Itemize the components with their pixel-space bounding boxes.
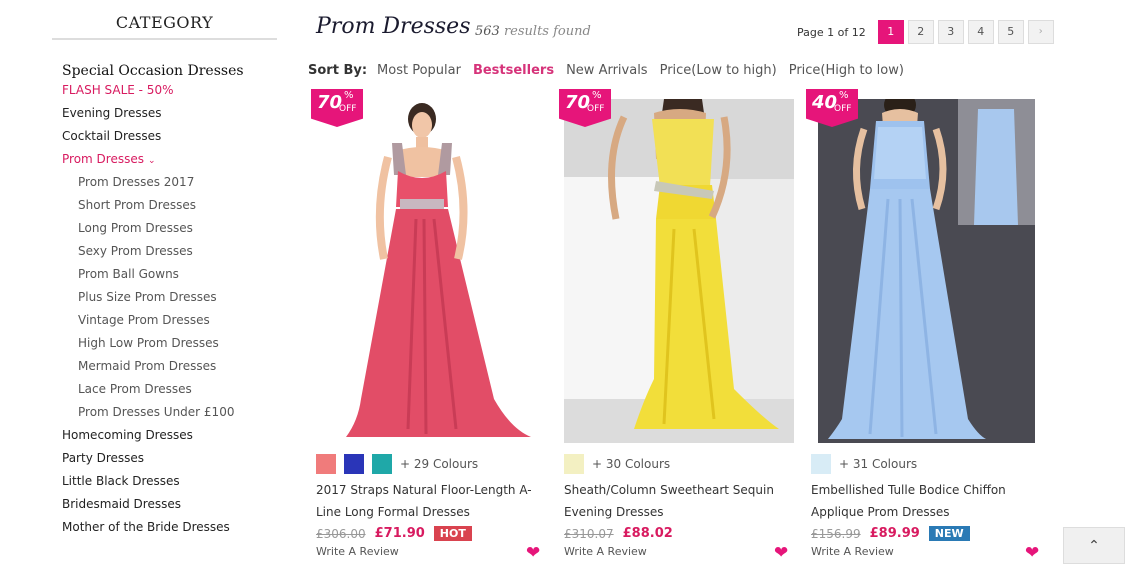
sale-price: £89.99 (869, 526, 920, 541)
more-colours-link[interactable]: + 31 Colours (839, 457, 917, 471)
new-badge: NEW (928, 526, 970, 541)
product-image[interactable] (316, 99, 546, 443)
product-image[interactable] (818, 99, 1035, 443)
category-item-prom-label: Prom Dresses (62, 152, 144, 166)
results-suffix: results found (503, 24, 591, 39)
heart-icon[interactable]: ❤ (774, 543, 788, 563)
dress-image-red (316, 99, 546, 443)
page-button-5[interactable]: 5 (997, 20, 1024, 44)
more-colours-link[interactable]: + 29 Colours (400, 457, 478, 471)
sort-new-arrivals[interactable]: New Arrivals (566, 63, 648, 78)
dress-image-yellow (564, 99, 794, 443)
subcategory-item[interactable]: Short Prom Dresses (62, 194, 277, 217)
write-review-link[interactable]: Write A Review (316, 545, 399, 558)
original-price: £310.07 (564, 526, 614, 541)
product-image[interactable] (564, 99, 794, 443)
discount-percent-sign: % (839, 90, 849, 101)
page-title: Prom Dresses (316, 14, 471, 39)
heart-icon[interactable]: ❤ (1025, 543, 1039, 563)
colour-swatch[interactable] (344, 454, 364, 474)
category-item-homecoming[interactable]: Homecoming Dresses (62, 424, 277, 447)
subcategory-item[interactable]: Long Prom Dresses (62, 217, 277, 240)
original-price: £306.00 (316, 526, 366, 541)
discount-off: OFF (339, 104, 357, 114)
category-title: CATEGORY (52, 0, 277, 40)
subcategory-item[interactable]: Mermaid Prom Dresses (62, 355, 277, 378)
discount-off: OFF (587, 104, 605, 114)
next-page-button[interactable]: › (1027, 20, 1054, 44)
sort-price-low-high[interactable]: Price(Low to high) (660, 63, 777, 78)
colour-swatches: + 29 Colours (316, 454, 478, 474)
subcategory-item[interactable]: Plus Size Prom Dresses (62, 286, 277, 309)
subcategory-item[interactable]: Prom Dresses Under £100 (62, 401, 277, 424)
colour-swatch[interactable] (564, 454, 584, 474)
pagination: Page 1 of 12 1 2 3 4 5 › (797, 20, 1054, 44)
results-number: 563 (475, 24, 500, 39)
subcategory-item[interactable]: Sexy Prom Dresses (62, 240, 277, 263)
category-item-party[interactable]: Party Dresses (62, 447, 277, 470)
write-review-link[interactable]: Write A Review (564, 545, 647, 558)
category-item-flash-sale[interactable]: FLASH SALE - 50% (62, 79, 277, 102)
product-prices: £306.00 £71.90 HOT (316, 526, 472, 541)
results-count: 563 results found (475, 24, 591, 39)
category-item-prom[interactable]: Prom Dresses ⌄ (62, 148, 277, 171)
product-prices: £156.99 £89.99 NEW (811, 526, 970, 541)
colour-swatch[interactable] (811, 454, 831, 474)
discount-percent-sign: % (592, 90, 602, 101)
heart-icon[interactable]: ❤ (526, 543, 540, 563)
hot-badge: HOT (433, 526, 472, 541)
sale-price: £71.90 (374, 526, 425, 541)
category-list: FLASH SALE - 50% Evening Dresses Cocktai… (62, 79, 277, 539)
category-item-cocktail[interactable]: Cocktail Dresses (62, 125, 277, 148)
dress-image-blue (818, 99, 1035, 443)
category-item-little-black[interactable]: Little Black Dresses (62, 470, 277, 493)
product-name[interactable]: Embellished Tulle Bodice Chiffon Appliqu… (811, 479, 1046, 523)
page-button-3[interactable]: 3 (937, 20, 964, 44)
write-review-link[interactable]: Write A Review (811, 545, 894, 558)
colour-swatches: + 31 Colours (811, 454, 917, 474)
product-name[interactable]: 2017 Straps Natural Floor-Length A-Line … (316, 479, 551, 523)
subcategory-item[interactable]: Prom Ball Gowns (62, 263, 277, 286)
category-item-mother-of-bride[interactable]: Mother of the Bride Dresses (62, 516, 277, 539)
category-item-evening[interactable]: Evening Dresses (62, 102, 277, 125)
original-price: £156.99 (811, 526, 861, 541)
colour-swatches: + 30 Colours (564, 454, 670, 474)
chevron-up-icon: ⌃ (1088, 538, 1100, 554)
sort-bar: Sort By: Most Popular Bestsellers New Ar… (308, 63, 916, 78)
category-item-bridesmaid[interactable]: Bridesmaid Dresses (62, 493, 277, 516)
sort-bestsellers[interactable]: Bestsellers (473, 63, 554, 78)
sort-label: Sort By: (308, 63, 368, 78)
subcategory-item[interactable]: Prom Dresses 2017 (62, 171, 277, 194)
sort-most-popular[interactable]: Most Popular (377, 63, 461, 78)
category-sidebar: CATEGORY Special Occasion Dresses FLASH … (52, 0, 277, 539)
discount-off: OFF (834, 104, 852, 114)
colour-swatch[interactable] (316, 454, 336, 474)
product-prices: £310.07 £88.02 (564, 526, 682, 541)
page-button-2[interactable]: 2 (907, 20, 934, 44)
chevron-right-icon: › (1038, 26, 1043, 37)
more-colours-link[interactable]: + 30 Colours (592, 457, 670, 471)
back-to-top-button[interactable]: ⌃ (1063, 527, 1125, 564)
sort-price-high-low[interactable]: Price(High to low) (789, 63, 904, 78)
category-heading[interactable]: Special Occasion Dresses (62, 63, 277, 79)
subcategory-item[interactable]: High Low Prom Dresses (62, 332, 277, 355)
sale-price: £88.02 (622, 526, 673, 541)
page-indicator: Page 1 of 12 (797, 25, 866, 39)
chevron-down-icon: ⌄ (147, 156, 156, 166)
subcategory-item[interactable]: Lace Prom Dresses (62, 378, 277, 401)
subcategory-item[interactable]: Vintage Prom Dresses (62, 309, 277, 332)
page-button-4[interactable]: 4 (967, 20, 994, 44)
colour-swatch[interactable] (372, 454, 392, 474)
page-button-1[interactable]: 1 (877, 20, 904, 44)
discount-percent-sign: % (344, 90, 354, 101)
product-name[interactable]: Sheath/Column Sweetheart Sequin Evening … (564, 479, 799, 523)
